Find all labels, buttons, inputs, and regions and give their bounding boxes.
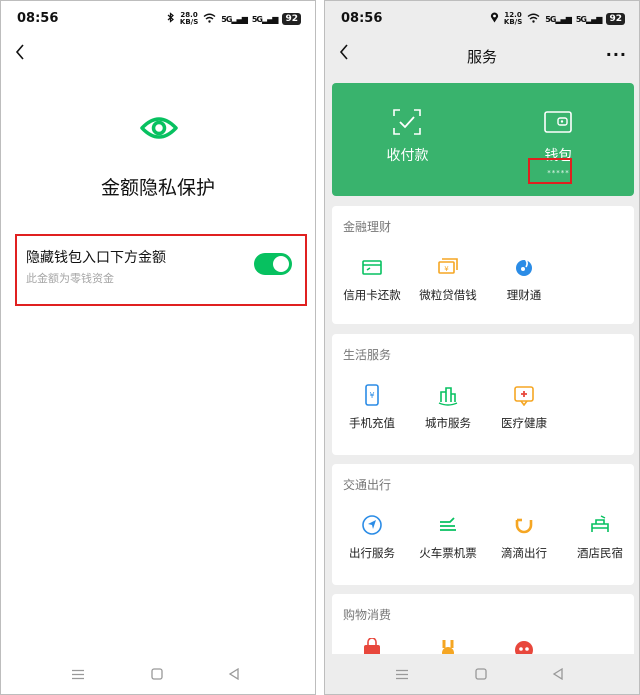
home-square-icon	[151, 668, 163, 680]
city-services-item[interactable]: 城市服务	[410, 384, 486, 434]
finance-section: 金融理财 信用卡还款 ¥ 微粒贷借钱 理财通	[332, 206, 634, 324]
pay-receive-label: 收付款	[386, 148, 429, 164]
item-label: 出行服务	[349, 546, 395, 560]
signal-label-2: 5G	[251, 14, 263, 24]
credit-card-icon	[362, 260, 382, 275]
item-label: 酒店民宿	[577, 546, 623, 560]
menu-icon	[72, 669, 84, 679]
menu-button[interactable]	[393, 666, 411, 682]
triangle-back-icon	[228, 668, 239, 680]
section-title: 购物消费	[343, 608, 392, 622]
battery-icon: 92	[282, 13, 301, 25]
signal-label-2: 5G	[575, 14, 587, 24]
status-time: 08:56	[17, 11, 59, 26]
section-title: 金融理财	[343, 220, 392, 234]
bluetooth-icon	[167, 12, 175, 26]
phone-topup-icon: ¥	[365, 384, 379, 406]
city-icon	[438, 387, 458, 406]
back-button[interactable]	[9, 41, 31, 63]
battery-icon: 92	[606, 13, 625, 25]
wealth-icon	[516, 257, 532, 276]
didi-item[interactable]: 滴滴出行	[486, 514, 562, 564]
train-flight-item[interactable]: 火车票机票	[410, 514, 486, 564]
location-icon	[490, 12, 499, 26]
wallet-icon	[544, 111, 572, 133]
travel-service-item[interactable]: 出行服务	[334, 514, 410, 564]
hotel-item[interactable]: 酒店民宿	[562, 514, 638, 564]
system-nav-bar	[1, 654, 315, 694]
item-label: 手机充值	[349, 416, 395, 430]
eye-icon	[139, 112, 179, 144]
toggle-knob	[273, 256, 289, 272]
section-title: 交通出行	[343, 478, 392, 492]
hide-amount-toggle[interactable]	[254, 253, 292, 275]
status-time: 08:56	[341, 11, 383, 26]
signal-icon: 5G▂▄▆	[251, 14, 279, 24]
transport-section: 交通出行 出行服务 火车票机票 滴滴出行 酒店民宿	[332, 464, 634, 585]
item-label: 信用卡还款	[343, 288, 401, 302]
home-button[interactable]	[472, 666, 490, 682]
pay-receive-button[interactable]: 收付款	[332, 83, 483, 196]
life-services-section: 生活服务 ¥ 手机充值 城市服务 医疗健康	[332, 334, 634, 455]
page-title: 服务	[466, 48, 497, 66]
scan-check-icon	[393, 109, 421, 135]
network-speed: 28.0 KB/S	[180, 12, 198, 26]
home-button[interactable]	[148, 666, 166, 682]
phone-topup-item[interactable]: ¥ 手机充值	[334, 384, 410, 434]
hotel-icon	[591, 515, 609, 532]
item-label: 滴滴出行	[501, 546, 547, 560]
wifi-icon	[527, 13, 540, 26]
status-icons: 28.0 KB/S 5G▂▄▆ 5G▂▄▆ 92	[167, 12, 301, 26]
svg-text:¥: ¥	[369, 391, 374, 400]
item-label: 医疗健康	[501, 416, 547, 430]
svg-text:¥: ¥	[444, 265, 449, 273]
signal-icon: 5G▂▄▆	[545, 14, 572, 24]
system-nav-bar	[325, 654, 639, 694]
hide-amount-setting-row: 隐藏钱包入口下方金额 此金额为零钱资金	[17, 236, 305, 304]
privacy-settings-screen: 08:56 28.0 KB/S 5G▂▄▆ 5G▂▄▆ 92 金额隐私保护 隐藏钱…	[0, 0, 316, 695]
triangle-back-icon	[552, 668, 563, 680]
network-speed: 12.0 KB/S	[504, 12, 522, 26]
status-bar: 08:56 28.0 KB/S 5G▂▄▆ 5G▂▄▆ 92	[1, 1, 315, 37]
services-screen: 08:56 12.0 KB/S 5G▂▄▆ 5G▂▄▆ 92 服务 ··· 收付款	[324, 0, 640, 695]
medical-icon	[514, 386, 534, 406]
item-label: 微粒贷借钱	[419, 288, 477, 302]
page-title: 金额隐私保护	[100, 177, 215, 199]
status-bar: 08:56 12.0 KB/S 5G▂▄▆ 5G▂▄▆ 92	[325, 1, 639, 37]
chevron-left-icon	[15, 44, 24, 60]
navigation-icon	[362, 515, 382, 535]
item-label: 理财通	[506, 288, 542, 302]
train-icon	[440, 517, 456, 531]
item-label: 城市服务	[425, 416, 471, 430]
system-back-button[interactable]	[225, 666, 243, 682]
credit-card-repay-item[interactable]: 信用卡还款	[334, 256, 410, 306]
item-label: 火车票机票	[419, 546, 477, 560]
wealth-item[interactable]: 理财通	[486, 256, 562, 306]
speed-unit: KB/S	[179, 18, 199, 26]
loan-icon: ¥	[438, 258, 458, 274]
more-options-button[interactable]: ···	[606, 45, 627, 64]
medical-health-item[interactable]: 医疗健康	[486, 384, 562, 434]
didi-icon	[515, 518, 533, 534]
status-icons: 12.0 KB/S 5G▂▄▆ 5G▂▄▆ 92	[490, 12, 625, 26]
section-title: 生活服务	[343, 348, 392, 362]
pay-wallet-card: 收付款 钱包 *****	[332, 83, 634, 196]
setting-subtitle: 此金额为零钱资金	[26, 272, 114, 285]
loan-item[interactable]: ¥ 微粒贷借钱	[410, 256, 486, 306]
menu-icon	[396, 669, 408, 679]
signal-label-1: 5G	[545, 14, 556, 24]
menu-button[interactable]	[69, 666, 87, 682]
home-square-icon	[475, 668, 487, 680]
system-back-button[interactable]	[549, 666, 567, 682]
signal-icon: 5G▂▄▆	[221, 14, 248, 24]
setting-title: 隐藏钱包入口下方金额	[26, 250, 166, 266]
speed-unit: KB/S	[503, 18, 523, 26]
signal-label-1: 5G	[221, 14, 232, 24]
wifi-icon	[203, 13, 216, 26]
highlight-box	[528, 158, 572, 184]
signal-icon: 5G▂▄▆	[575, 14, 603, 24]
